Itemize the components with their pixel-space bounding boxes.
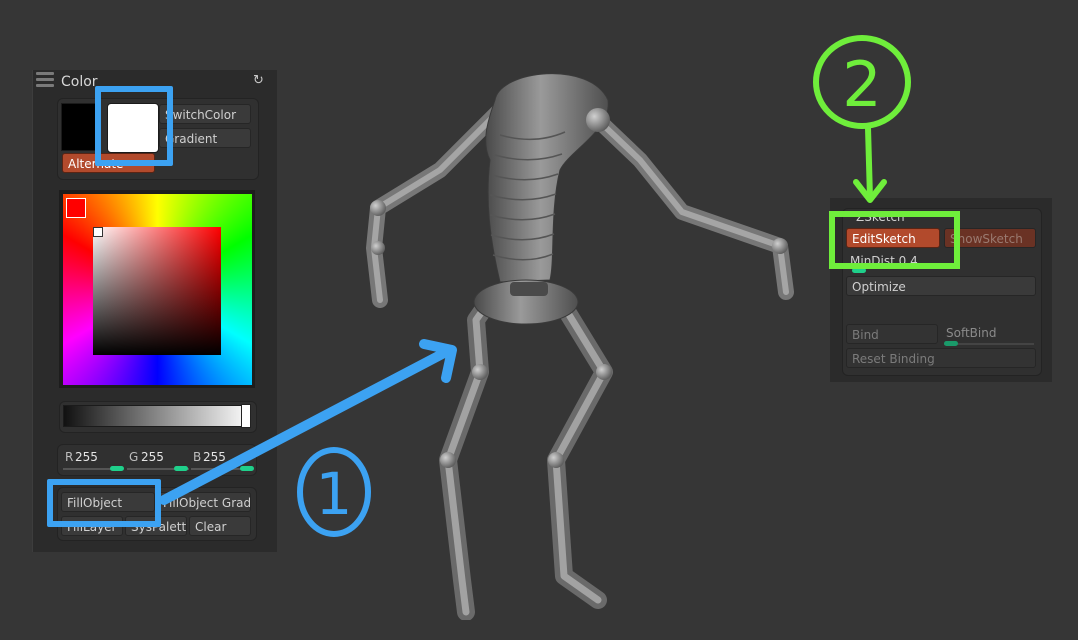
step-one-badge: 1 [297,447,371,537]
green-arrow-icon [853,125,887,203]
step-one-text: 1 [316,460,353,528]
annotation-overlay: 1 2 [159,35,911,537]
step-two-badge: 2 [813,35,911,129]
blue-arrow-icon [159,339,457,505]
step-two-text: 2 [842,48,881,121]
